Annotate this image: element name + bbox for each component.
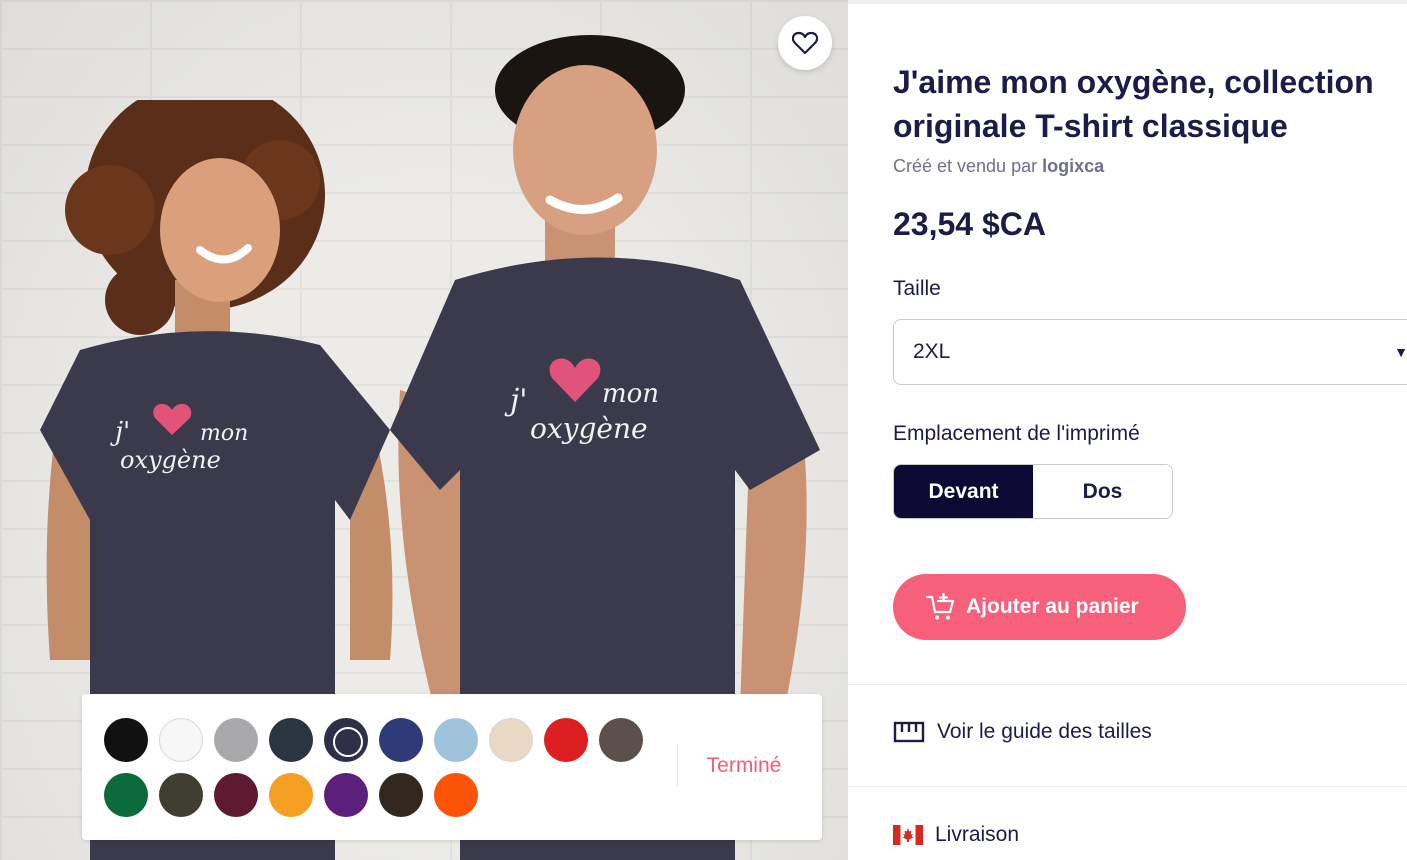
cart-plus-icon: [926, 593, 955, 620]
product-title: J'aime mon oxygène, collection originale…: [893, 64, 1374, 144]
heart-icon: [792, 31, 818, 55]
size-guide-link[interactable]: Voir le guide des tailles: [893, 720, 1152, 744]
size-guide-label: Voir le guide des tailles: [937, 720, 1152, 743]
placement-option-front[interactable]: Devant: [894, 465, 1033, 518]
color-swatch[interactable]: [214, 718, 258, 762]
color-swatch[interactable]: [104, 773, 148, 817]
color-swatch[interactable]: [269, 718, 313, 762]
divider: [848, 786, 1407, 787]
size-selected-value: 2XL: [913, 340, 951, 363]
color-swatch[interactable]: [324, 773, 368, 817]
color-swatch[interactable]: [324, 718, 368, 762]
color-swatch[interactable]: [214, 773, 258, 817]
seller-line: Créé et vendu par logixca: [893, 156, 1104, 177]
color-picker-panel: Terminé: [82, 694, 822, 840]
divider: [848, 684, 1407, 685]
woman-shirt-print-word-oxygene: oxygène: [120, 446, 221, 474]
ruler-icon: [893, 721, 925, 743]
panel-divider: [677, 744, 678, 786]
color-swatch[interactable]: [544, 718, 588, 762]
print-placement-toggle: Devant Dos: [893, 464, 1173, 519]
add-to-cart-label: Ajouter au panier: [966, 595, 1139, 618]
color-swatch[interactable]: [159, 773, 203, 817]
color-swatch[interactable]: [104, 718, 148, 762]
size-label: Taille: [893, 277, 941, 300]
color-swatch[interactable]: [379, 718, 423, 762]
man-shirt-print-word-mon: mon: [602, 379, 659, 409]
shipping-link[interactable]: Livraison: [893, 823, 1019, 847]
size-select[interactable]: 2XL ▼: [893, 319, 1407, 385]
woman-shirt-print-word-mon: mon: [200, 421, 248, 446]
color-swatch-list: [104, 718, 664, 817]
color-swatch[interactable]: [599, 718, 643, 762]
placement-option-back[interactable]: Dos: [1033, 465, 1172, 518]
seller-link[interactable]: logixca: [1042, 156, 1104, 176]
add-to-cart-button[interactable]: Ajouter au panier: [893, 574, 1186, 640]
print-placement-label: Emplacement de l'imprimé: [893, 422, 1140, 445]
color-swatch[interactable]: [489, 718, 533, 762]
color-swatch[interactable]: [159, 718, 203, 762]
color-swatch[interactable]: [379, 773, 423, 817]
chevron-down-icon: ▼: [1394, 344, 1407, 360]
product-details-panel: J'aime mon oxygène, collection originale…: [848, 0, 1407, 860]
color-swatch[interactable]: [434, 773, 478, 817]
favorite-button[interactable]: [778, 16, 832, 70]
color-swatch[interactable]: [434, 718, 478, 762]
product-photo: j' mon oxygène j' mon oxygène Terminé: [0, 0, 848, 860]
product-price: 23,54 $CA: [893, 206, 1046, 242]
man-shirt-print-word-oxygene: oxygène: [530, 412, 648, 445]
done-button[interactable]: Terminé: [686, 750, 802, 782]
color-swatch[interactable]: [269, 773, 313, 817]
shipping-label: Livraison: [935, 823, 1020, 846]
seller-prefix: Créé et vendu par: [893, 156, 1038, 176]
canada-flag-icon: [893, 825, 923, 845]
